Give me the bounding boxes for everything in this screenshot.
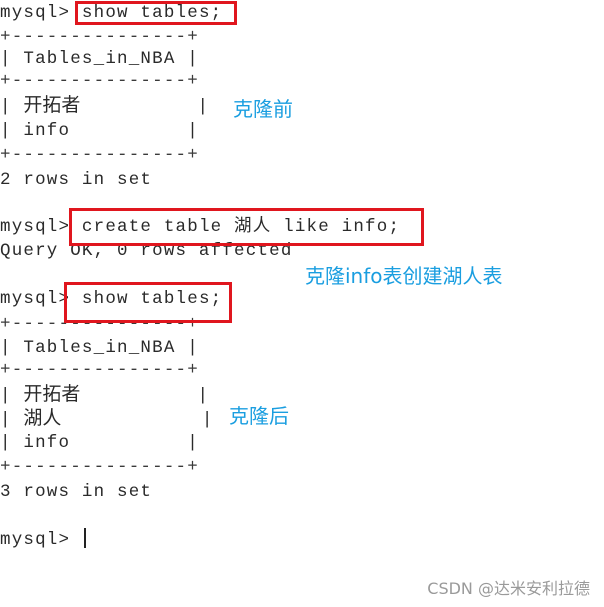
table-cell: 湖人 xyxy=(23,407,62,429)
highlight-box-create-table xyxy=(69,208,424,246)
annotation-after-clone: 克隆后 xyxy=(229,404,289,428)
result-footer: 2 rows in set xyxy=(0,170,153,190)
table-row: | info | xyxy=(0,121,199,141)
table-cell: info xyxy=(23,121,71,141)
annotation-clone-action: 克隆info表创建湖人表 xyxy=(305,264,503,288)
table-cell: info xyxy=(23,433,71,453)
annotation-before-clone: 克隆前 xyxy=(233,97,293,121)
table-cell: 开拓者 xyxy=(23,383,81,405)
table-border: +---------------+ xyxy=(0,71,199,91)
table-border: +---------------+ xyxy=(0,145,199,165)
result-footer: 3 rows in set xyxy=(0,482,153,502)
table-row: | info | xyxy=(0,433,199,453)
table-row: | 湖人 | xyxy=(0,407,214,430)
table-border: +---------------+ xyxy=(0,27,199,47)
prompt: mysql> xyxy=(0,217,71,237)
highlight-box-show-tables-1 xyxy=(75,1,237,25)
table-border: +---------------+ xyxy=(0,457,199,477)
prompt: mysql> xyxy=(0,289,71,309)
table-row: | 开拓者 | xyxy=(0,383,210,406)
table-row: | 开拓者 | xyxy=(0,94,210,117)
prompt: mysql> xyxy=(0,530,71,550)
highlight-box-show-tables-2 xyxy=(64,282,232,323)
table-border: +---------------+ xyxy=(0,360,199,380)
text-cursor xyxy=(83,528,86,548)
prompt-line-final[interactable]: mysql> xyxy=(0,528,86,550)
prompt: mysql> xyxy=(0,3,71,23)
table-header: | Tables_in_NBA | xyxy=(0,49,199,69)
table-cell: 开拓者 xyxy=(23,94,81,116)
watermark: CSDN @达米安利拉德 xyxy=(427,579,590,598)
table-header: | Tables_in_NBA | xyxy=(0,338,199,358)
